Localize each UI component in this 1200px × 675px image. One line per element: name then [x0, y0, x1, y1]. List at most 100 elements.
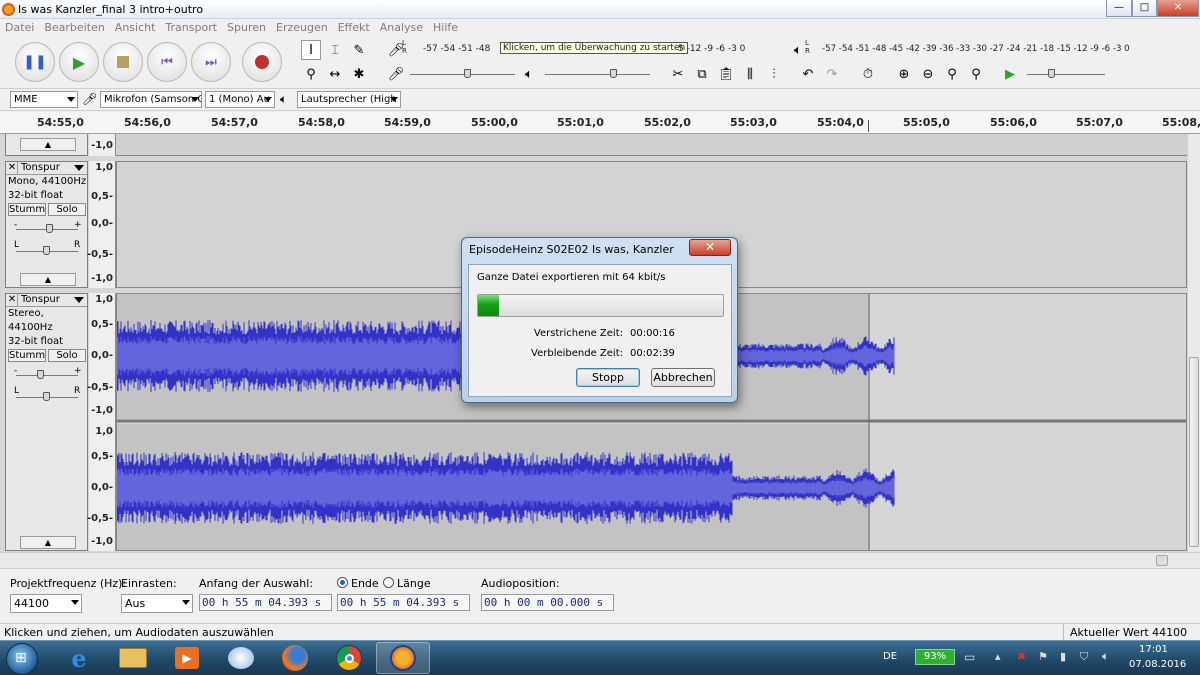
- stop-button[interactable]: [103, 42, 143, 82]
- solo-button[interactable]: Solo: [48, 203, 86, 216]
- close-button[interactable]: ✕: [1157, 0, 1199, 17]
- collapse-button[interactable]: ▲: [20, 273, 76, 286]
- taskbar-ie[interactable]: e: [52, 642, 106, 674]
- taskbar-mail[interactable]: [214, 642, 268, 674]
- selection-tool[interactable]: I: [301, 40, 321, 60]
- volume-icon[interactable]: 🔈︎: [1102, 649, 1109, 664]
- track-menu-arrow-icon[interactable]: [74, 165, 84, 171]
- clock-time[interactable]: 17:01: [1139, 644, 1168, 655]
- horizontal-scrollbar[interactable]: [0, 552, 1200, 568]
- taskbar-audacity[interactable]: [376, 642, 430, 674]
- skip-end-button[interactable]: ⏭: [191, 42, 231, 82]
- zoom-tool[interactable]: ⚲: [301, 64, 321, 84]
- sync-lock-button[interactable]: ⏱: [858, 64, 878, 84]
- length-radio[interactable]: [383, 577, 394, 588]
- selection-end-time[interactable]: 00 h 55 m 04.393 s: [337, 594, 470, 611]
- playback-meter-scale[interactable]: -57 -54 -51 -48 -45 -42 -39 -36 -33 -30 …: [822, 44, 1130, 54]
- selection-start-time[interactable]: 00 h 55 m 04.393 s: [199, 594, 332, 611]
- cancel-export-button[interactable]: Abbrechen: [651, 368, 715, 387]
- track-name-menu[interactable]: Tonspur: [21, 294, 60, 305]
- track-name-menu[interactable]: Tonspur: [21, 162, 60, 173]
- collapse-button[interactable]: ▲: [20, 138, 76, 151]
- redo-button[interactable]: ↷: [822, 64, 842, 84]
- menu-erzeugen[interactable]: Erzeugen: [271, 19, 333, 34]
- menu-transport[interactable]: Transport: [160, 19, 222, 34]
- trim-button[interactable]: ⫼: [740, 64, 760, 84]
- taskbar-explorer[interactable]: [106, 642, 160, 674]
- pan-slider[interactable]: [43, 246, 50, 255]
- menu-datei[interactable]: Datei: [0, 19, 39, 34]
- gain-slider[interactable]: [37, 370, 44, 379]
- copy-button[interactable]: ⧉: [692, 64, 712, 84]
- snap-select[interactable]: Aus: [121, 594, 193, 613]
- shield-icon[interactable]: ⛉: [1080, 650, 1088, 664]
- taskbar-chrome[interactable]: [322, 642, 376, 674]
- collapse-button[interactable]: ▲: [20, 536, 76, 549]
- channels-select[interactable]: 1 (Mono) Au: [205, 91, 275, 108]
- play-speed-slider[interactable]: [1048, 69, 1055, 78]
- gain-slider[interactable]: [46, 224, 53, 233]
- play-at-speed-button[interactable]: ▶: [1000, 64, 1020, 84]
- taskbar-media-player[interactable]: ▶: [160, 642, 214, 674]
- audio-position-time[interactable]: 00 h 00 m 00.000 s: [481, 594, 614, 611]
- paste-button[interactable]: 📋︎: [716, 64, 736, 84]
- previous-track-wave[interactable]: [116, 134, 1187, 156]
- menu-effekt[interactable]: Effekt: [333, 19, 375, 34]
- network-error-icon[interactable]: ✖: [1017, 650, 1026, 663]
- pause-button[interactable]: ❚❚: [15, 42, 55, 82]
- solo-button[interactable]: Solo: [48, 349, 86, 362]
- skip-start-button[interactable]: ⏮: [147, 42, 187, 82]
- audio-host-select[interactable]: MME: [10, 91, 78, 108]
- playback-device-select[interactable]: Lautsprecher (High I: [297, 91, 401, 108]
- menu-ansicht[interactable]: Ansicht: [110, 19, 161, 34]
- stop-export-button[interactable]: Stopp: [576, 368, 640, 387]
- pan-r: R: [74, 386, 81, 396]
- undo-button[interactable]: ↶: [798, 64, 818, 84]
- tray-arrow-icon[interactable]: ▴: [995, 650, 1001, 663]
- flag-icon[interactable]: ⚑: [1038, 650, 1048, 663]
- close-track-icon[interactable]: ✕: [7, 162, 18, 174]
- envelope-tool[interactable]: ⌶: [325, 40, 345, 60]
- horizontal-scroll-thumb[interactable]: [1156, 555, 1168, 566]
- zoom-out-button[interactable]: ⊖: [918, 64, 938, 84]
- menu-hilfe[interactable]: Hilfe: [428, 19, 463, 34]
- language-indicator[interactable]: DE: [883, 651, 897, 662]
- maximize-button[interactable]: □: [1132, 0, 1157, 17]
- clock-date[interactable]: 07.08.2016: [1129, 659, 1186, 670]
- menu-spuren[interactable]: Spuren: [222, 19, 271, 34]
- paste-icon: 📋︎: [717, 66, 735, 82]
- recording-device-select[interactable]: Mikrofon (Samson C: [100, 91, 202, 108]
- output-volume-slider[interactable]: [610, 69, 617, 78]
- taskbar-firefox[interactable]: [268, 642, 322, 674]
- dialog-close-button[interactable]: ✕: [689, 239, 731, 256]
- vertical-scrollbar[interactable]: [1187, 134, 1200, 552]
- mute-button[interactable]: Stumm: [8, 203, 46, 216]
- start-button[interactable]: ⊞: [6, 643, 38, 675]
- project-rate-select[interactable]: 44100: [10, 594, 82, 613]
- fit-selection-button[interactable]: ⚲: [942, 64, 962, 84]
- timeline-ruler[interactable]: 54:55,0 54:56,0 54:57,0 54:58,0 54:59,0 …: [0, 112, 1200, 134]
- close-track-icon[interactable]: ✕: [7, 294, 18, 306]
- cut-button[interactable]: ✂: [668, 64, 688, 84]
- minimize-button[interactable]: —: [1106, 0, 1132, 17]
- record-meter-scale[interactable]: -57 -54 -51 -48: [423, 44, 490, 54]
- menu-bearbeiten[interactable]: Bearbeiten: [39, 19, 109, 34]
- zoom-in-button[interactable]: ⊕: [894, 64, 914, 84]
- menu-analyse[interactable]: Analyse: [375, 19, 428, 34]
- track-menu-arrow-icon[interactable]: [74, 297, 84, 303]
- battery-indicator[interactable]: 93%: [915, 649, 955, 665]
- multi-tool[interactable]: ✱: [349, 64, 369, 84]
- vertical-scroll-thumb[interactable]: [1189, 357, 1199, 547]
- draw-tool[interactable]: ✎: [349, 40, 369, 60]
- timeshift-tool[interactable]: ↔: [325, 64, 345, 84]
- pan-slider[interactable]: [43, 392, 50, 401]
- record-button[interactable]: [242, 42, 282, 82]
- silence-button[interactable]: ⫶: [764, 64, 784, 84]
- fit-project-button[interactable]: ⚲: [966, 64, 986, 84]
- mute-button[interactable]: Stumm: [8, 349, 46, 362]
- end-radio[interactable]: [337, 577, 348, 588]
- signal-icon[interactable]: ▮: [1060, 650, 1066, 663]
- power-icon[interactable]: ▭: [964, 650, 975, 664]
- play-button[interactable]: ▶: [59, 42, 99, 82]
- input-volume-slider[interactable]: [464, 69, 471, 78]
